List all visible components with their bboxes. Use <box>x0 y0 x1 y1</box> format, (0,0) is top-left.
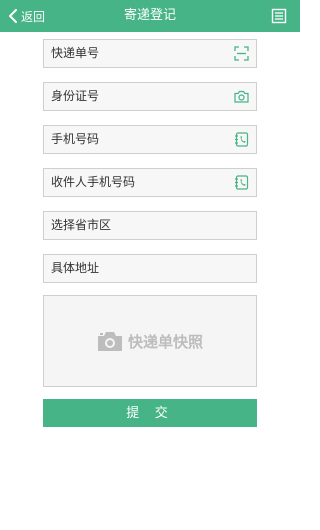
app-header: 返回 寄递登记 <box>0 0 300 32</box>
camera-icon <box>97 332 122 351</box>
submit-button[interactable]: 提 交 <box>43 399 257 427</box>
contact-book-icon[interactable] <box>234 175 249 190</box>
address-placeholder: 具体地址 <box>51 261 100 275</box>
camera-icon[interactable] <box>234 89 249 104</box>
id-number-placeholder: 身份证号 <box>51 89 100 103</box>
tracking-number-placeholder: 快递单号 <box>51 46 100 60</box>
region-select[interactable]: 选择省市区 <box>43 211 257 240</box>
tracking-number-field[interactable]: 快递单号 <box>43 39 257 68</box>
region-placeholder: 选择省市区 <box>51 218 112 232</box>
phone-placeholder: 手机号码 <box>51 132 100 146</box>
phone-field[interactable]: 手机号码 <box>43 125 257 154</box>
address-field[interactable]: 具体地址 <box>43 254 257 283</box>
id-number-field[interactable]: 身份证号 <box>43 82 257 111</box>
recipient-phone-field[interactable]: 收件人手机号码 <box>43 168 257 197</box>
page-title: 寄递登记 <box>123 8 176 23</box>
scan-icon[interactable] <box>234 46 249 61</box>
recipient-phone-placeholder: 收件人手机号码 <box>51 175 136 189</box>
list-icon[interactable] <box>271 8 287 24</box>
contact-book-icon[interactable] <box>234 132 249 147</box>
photo-upload[interactable]: 快递单快照 <box>43 295 257 387</box>
photo-upload-label: 快递单快照 <box>127 332 203 351</box>
